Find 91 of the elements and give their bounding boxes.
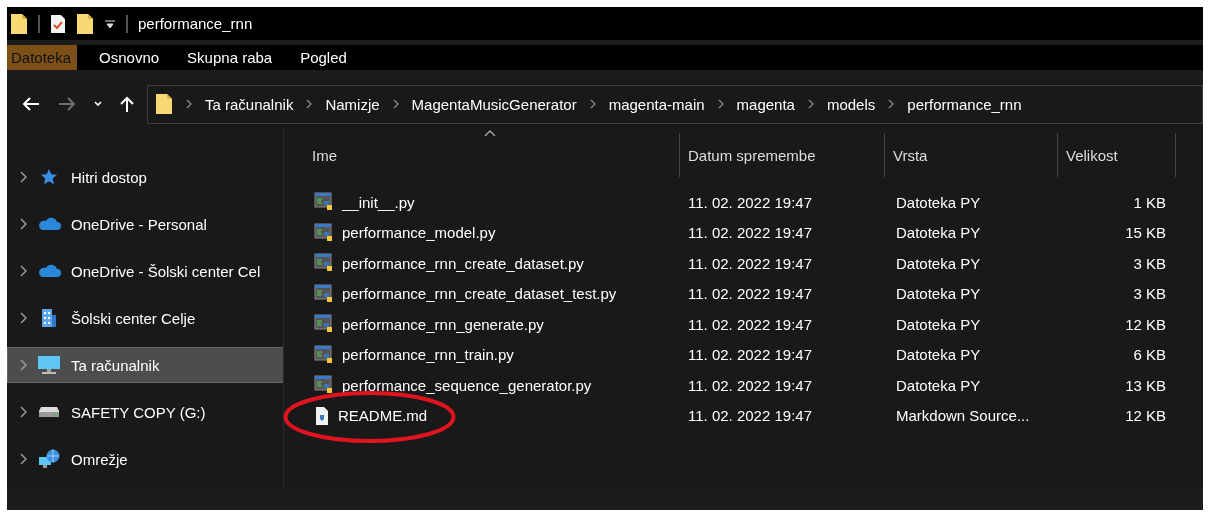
size-cell-text: 13 KB [1124, 375, 1167, 396]
file-name[interactable]: performance_sequence_generator.py [342, 376, 592, 394]
chevron-icon [391, 98, 400, 110]
building-icon [41, 308, 57, 328]
monitor-icon [37, 355, 61, 375]
file-name[interactable]: performance_rnn_train.py [342, 346, 514, 364]
expand-chevron-icon [19, 312, 27, 324]
document-icon [314, 405, 330, 426]
dropdown-icon [104, 17, 116, 30]
sidebar-item[interactable]: Omrežje [7, 441, 283, 477]
folder-icon [76, 12, 94, 35]
star-icon [40, 168, 58, 186]
folder-icon [155, 93, 173, 115]
file-name[interactable]: performance_rnn_create_dataset.py [342, 254, 584, 272]
expand-chevron-icon [19, 171, 27, 183]
breadcrumb[interactable]: Namizje [325, 95, 380, 113]
address-bar[interactable]: Ta računalnik Namizje MagentaMusicGenerator magenta-main magenta models performance_rnn [147, 84, 1203, 124]
file-name[interactable]: README.md [338, 407, 428, 425]
ribbon-tab[interactable]: Osnovno [95, 45, 184, 70]
sidebar-item[interactable]: OneDrive - Šolski center Cel [7, 253, 283, 289]
file-name[interactable]: __init__.py [342, 193, 415, 211]
type-cell-text: Datoteka PY [895, 284, 982, 305]
drive-icon [38, 406, 60, 418]
breadcrumb[interactable]: magenta-main [608, 95, 705, 113]
network-icon [38, 448, 60, 470]
file-name[interactable]: performance_model.py [342, 224, 496, 242]
sidebar-item[interactable]: OneDrive - Personal [7, 206, 283, 242]
sidebar-item[interactable]: Šolski center Celje [7, 300, 283, 336]
column-header[interactable]: Velikost [1058, 133, 1176, 177]
python-file-icon [314, 253, 334, 274]
python-file-icon [314, 314, 334, 335]
breadcrumb[interactable]: MagentaMusicGenerator [411, 95, 577, 113]
chevron-icon [887, 98, 896, 110]
ribbon-tab[interactable]: Pogled [296, 45, 371, 70]
expand-chevron-icon [19, 218, 27, 230]
type-cell-text: Datoteka PY [895, 375, 982, 396]
type-cell-text: Datoteka PY [895, 253, 982, 274]
breadcrumb[interactable]: performance_rnn [907, 95, 1022, 113]
expand-chevron-icon [19, 265, 27, 277]
expand-chevron-icon [19, 406, 27, 418]
type-cell-text: Datoteka PY [895, 192, 982, 213]
date-cell-text: 11. 02. 2022 19:47 [687, 314, 813, 335]
chevron-icon [716, 98, 725, 110]
sidebar-item[interactable]: SAFETY COPY (G:) [7, 394, 283, 430]
window-title: performance_rnn [138, 15, 253, 32]
column-header[interactable]: Datum spremembe [680, 133, 885, 177]
type-cell-text: Markdown Source... [895, 406, 1031, 427]
type-cell-text: Datoteka PY [895, 314, 982, 335]
date-cell-text: 11. 02. 2022 19:47 [687, 406, 813, 427]
sidebar-item[interactable]: Hitri dostop [7, 159, 283, 195]
type-cell-text: Datoteka PY [895, 223, 982, 244]
cloud-icon [37, 217, 61, 231]
column-header[interactable]: Vrsta [885, 133, 1058, 177]
python-file-icon [314, 375, 334, 396]
size-cell-text: 15 KB [1124, 223, 1167, 244]
date-cell-text: 11. 02. 2022 19:47 [687, 375, 813, 396]
back-button[interactable] [21, 96, 41, 112]
sidebar-item[interactable]: Ta računalnik [7, 347, 283, 383]
expand-chevron-icon [19, 453, 27, 465]
python-file-icon [314, 222, 334, 243]
folder-icon [10, 12, 28, 35]
date-cell-text: 11. 02. 2022 19:47 [687, 345, 813, 366]
chevron-icon [305, 98, 314, 110]
cloud-icon [37, 264, 61, 278]
size-cell-text: 12 KB [1124, 314, 1167, 335]
breadcrumb[interactable]: Ta računalnik [205, 95, 294, 113]
breadcrumb[interactable]: models [826, 95, 876, 113]
file-name[interactable]: performance_rnn_generate.py [342, 315, 544, 333]
python-file-icon [314, 283, 334, 304]
size-cell-text: 12 KB [1124, 406, 1167, 427]
size-cell-text: 6 KB [1132, 345, 1167, 366]
date-cell-text: 11. 02. 2022 19:47 [687, 223, 813, 244]
chevron-icon [588, 98, 597, 110]
python-file-icon [314, 192, 334, 213]
column-header[interactable]: Ime [306, 133, 680, 177]
chevron-icon [185, 98, 193, 110]
checklist-icon [50, 13, 66, 34]
file-name[interactable]: performance_rnn_create_dataset_test.py [342, 285, 617, 303]
size-cell-text: 3 KB [1132, 253, 1167, 274]
ribbon-tab[interactable]: Skupna raba [183, 45, 297, 70]
date-cell-text: 11. 02. 2022 19:47 [687, 284, 813, 305]
expand-chevron-icon [19, 359, 27, 371]
size-cell-text: 3 KB [1132, 284, 1167, 305]
type-cell-text: Datoteka PY [895, 345, 982, 366]
python-file-icon [314, 344, 334, 365]
chevron-icon [806, 98, 815, 110]
breadcrumb[interactable]: magenta [736, 95, 795, 113]
size-cell-text: 1 KB [1132, 192, 1167, 213]
up-button[interactable] [119, 95, 135, 113]
date-cell-text: 11. 02. 2022 19:47 [687, 253, 813, 274]
date-cell-text: 11. 02. 2022 19:47 [687, 192, 813, 213]
